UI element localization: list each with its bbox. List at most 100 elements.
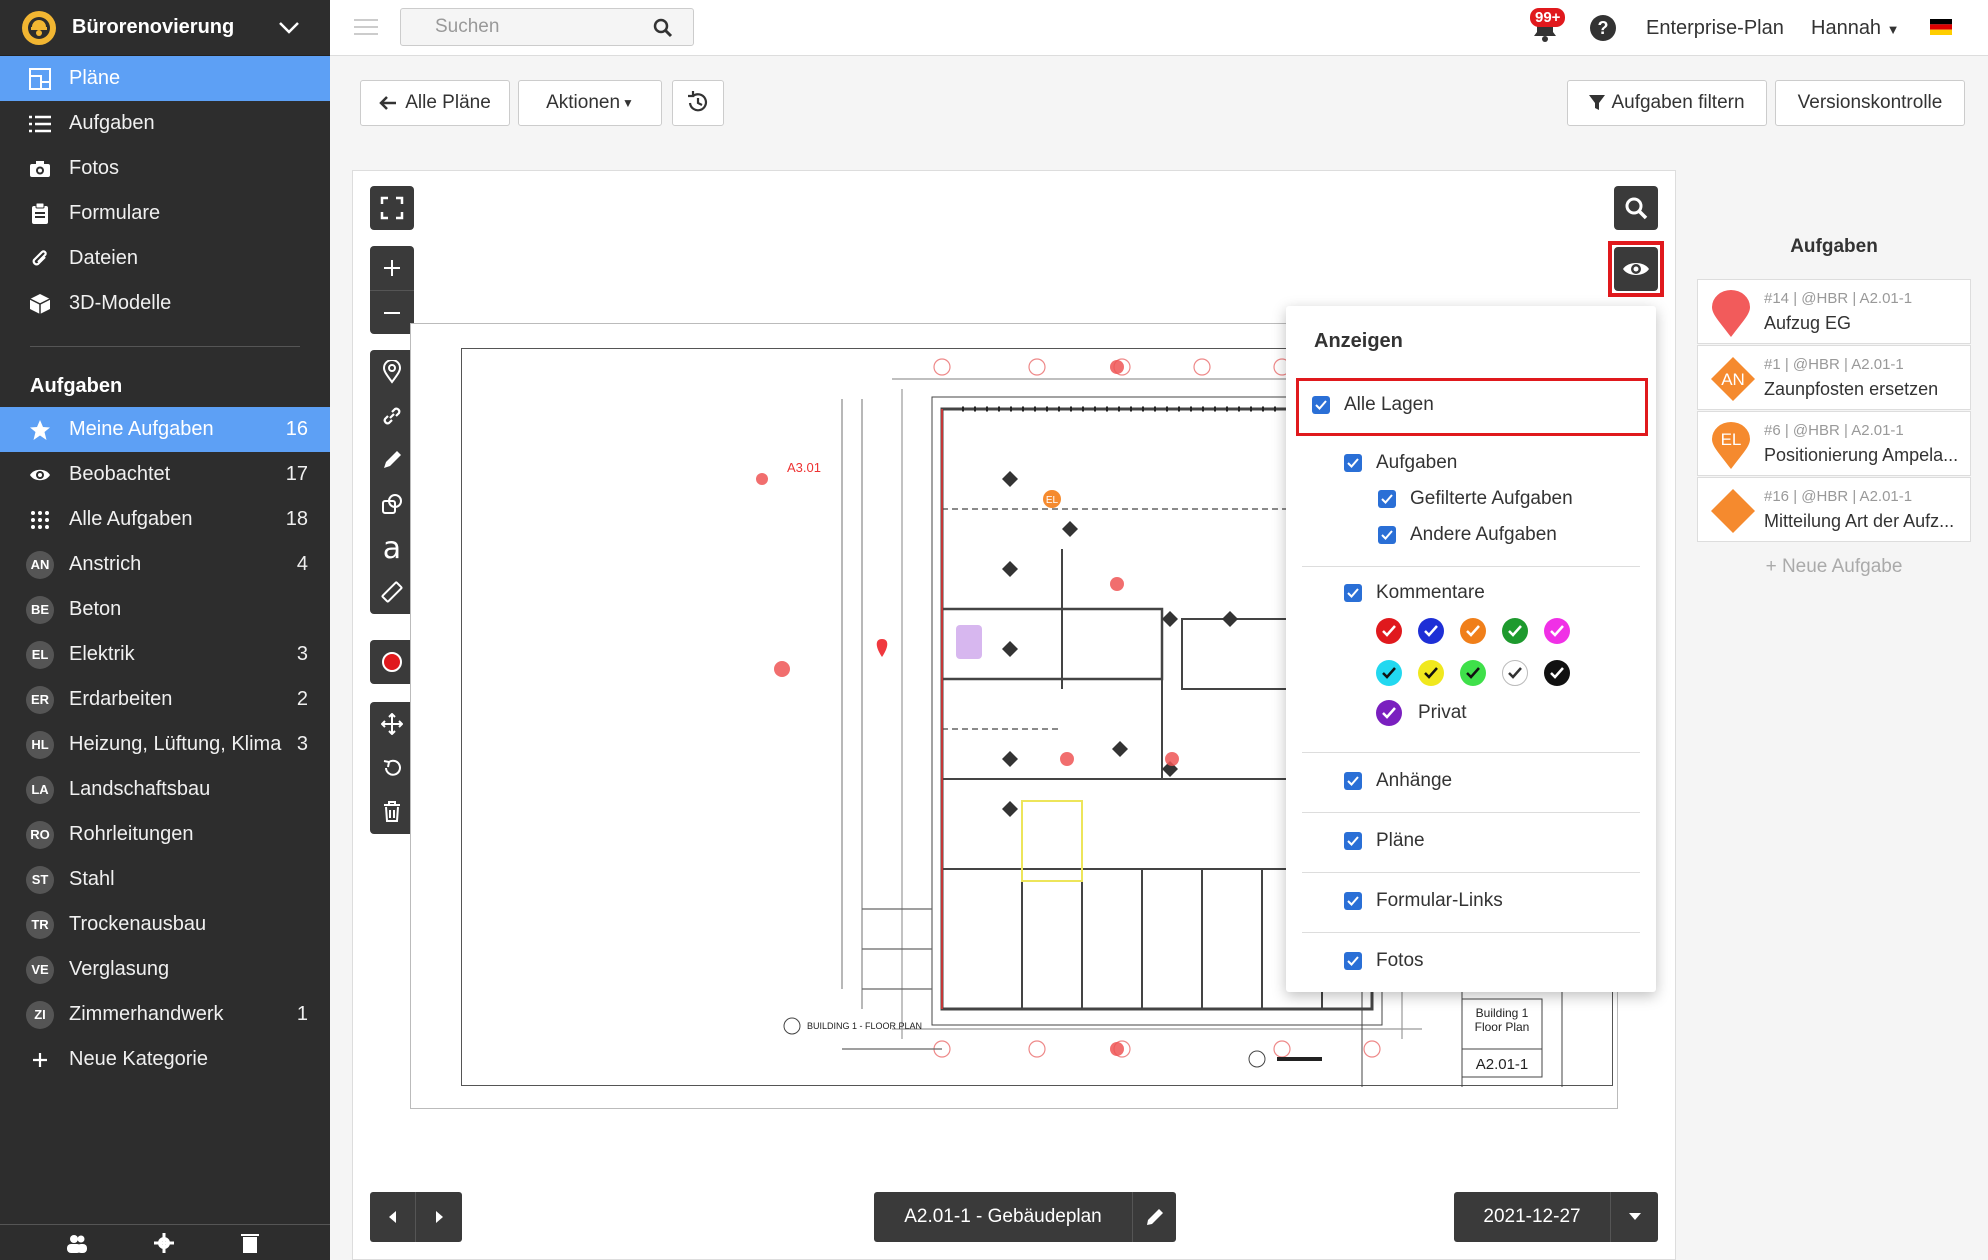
category-item[interactable]: EL Elektrik 3 [0,632,330,677]
comment-color-6[interactable] [1418,660,1444,686]
comment-color-0[interactable] [1376,618,1402,644]
search-input[interactable] [401,9,641,45]
category-item[interactable]: LA Landschaftsbau [0,767,330,812]
ruler-icon[interactable] [370,570,414,614]
photos-checkbox[interactable]: Fotos [1344,950,1424,972]
task-card[interactable]: EL #6 | @HBR | A2.01-1 Positionierung Ampe… [1697,411,1971,476]
rotate-icon[interactable] [370,746,414,790]
all-layers-checkbox[interactable]: Alle Lagen [1312,394,1434,416]
comment-color-5[interactable] [1376,660,1402,686]
nav-item-dateien[interactable]: Dateien [0,236,330,281]
pencil-icon[interactable] [1132,1192,1176,1242]
gear-icon[interactable] [154,1233,174,1253]
task-card[interactable]: #16 | @HBR | A2.01-1 Mitteilung Art der A… [1697,477,1971,542]
zoom-in-icon[interactable] [370,246,414,290]
record-icon[interactable] [370,640,414,684]
comment-color-1[interactable] [1418,618,1444,644]
pencil-icon[interactable] [370,438,414,482]
comment-color-2[interactable] [1460,618,1486,644]
task-meta: #6 | @HBR | A2.01-1 [1764,422,1904,439]
german-flag-icon[interactable] [1930,19,1952,35]
category-item[interactable]: HL Heizung, Lüftung, Klima 3 [0,722,330,767]
comment-color-9[interactable] [1544,660,1570,686]
fullscreen-icon[interactable] [370,186,414,230]
divider [1302,566,1640,567]
search-icon[interactable] [653,18,673,38]
category-item[interactable]: RO Rohrleitungen [0,812,330,857]
nav-item-pl-ne[interactable]: Pläne [0,56,330,101]
filtered-tasks-checkbox[interactable]: Gefilterte Aufgaben [1378,488,1573,510]
search-box[interactable] [400,8,694,46]
new-category-button[interactable]: Neue Kategorie [0,1037,330,1082]
help-button[interactable]: ? [1590,15,1616,41]
version-control-button[interactable]: Versionskontrolle [1775,80,1965,126]
project-switcher[interactable]: Bürorenovierung [0,0,330,56]
list-icon [28,112,52,136]
trash-icon[interactable] [241,1233,259,1253]
nav-item-fotos[interactable]: Fotos [0,146,330,191]
comment-color-3[interactable] [1502,618,1528,644]
plan-title[interactable]: A2.01-1 - Gebäudeplan [874,1206,1132,1228]
user-menu[interactable]: Hannah ▼ [1811,17,1900,40]
comment-color-private[interactable] [1376,700,1402,726]
category-count: 3 [296,733,308,755]
nav-item-formulare[interactable]: Formulare [0,191,330,236]
other-tasks-checkbox[interactable]: Andere Aufgaben [1378,524,1557,546]
tasks-checkbox[interactable]: Aufgaben [1344,452,1457,474]
task-count: 16 [285,418,308,440]
eye-icon[interactable] [1614,247,1658,291]
category-item[interactable]: ST Stahl [0,857,330,902]
category-item[interactable]: BE Beton [0,587,330,632]
actions-dropdown[interactable]: Aktionen ▼ [518,80,662,126]
task-card[interactable]: AN #1 | @HBR | A2.01-1 Zaunpfosten ersetze… [1697,345,1971,410]
trash-icon[interactable] [370,790,414,834]
task-filter-0[interactable]: Meine Aufgaben 16 [0,407,330,452]
category-item[interactable]: ZI Zimmerhandwerk 1 [0,992,330,1037]
el-pin-label: EL [1046,495,1059,506]
checkbox-checked-icon [1344,952,1362,970]
divider [1302,932,1640,933]
plans-checkbox[interactable]: Pläne [1344,830,1425,852]
task-filter-2[interactable]: Alle Aufgaben 18 [0,497,330,542]
caret-down-icon[interactable] [1610,1192,1658,1242]
attachments-checkbox[interactable]: Anhänge [1344,770,1452,792]
prev-page-icon[interactable] [370,1192,416,1242]
move-icon[interactable] [370,702,414,746]
fullscreen-tool [370,186,414,230]
category-item[interactable]: TR Trockenausbau [0,902,330,947]
comments-checkbox[interactable]: Kommentare [1344,582,1485,604]
nav-item-3d-modelle[interactable]: 3D-Modelle [0,281,330,326]
link-icon[interactable] [370,394,414,438]
task-card[interactable]: #14 | @HBR | A2.01-1 Aufzug EG [1697,279,1971,344]
camera-icon [28,157,52,181]
floor-plan-label: BUILDING 1 - FLOOR PLAN [807,1021,922,1031]
comment-color-8[interactable] [1502,660,1528,686]
category-item[interactable]: ER Erdarbeiten 2 [0,677,330,722]
version-date-select[interactable]: 2021-12-27 [1454,1192,1658,1242]
filter-tasks-button[interactable]: Aufgaben filtern [1567,80,1767,126]
history-button[interactable] [672,80,724,126]
map-pin-icon[interactable] [370,350,414,394]
plan-name[interactable]: Enterprise-Plan [1646,17,1784,40]
category-item[interactable]: AN Anstrich 4 [0,542,330,587]
next-page-icon[interactable] [416,1192,462,1242]
nav-item-aufgaben[interactable]: Aufgaben [0,101,330,146]
search-icon[interactable] [1614,186,1658,230]
category-item[interactable]: VE Verglasung [0,947,330,992]
zoom-out-icon[interactable] [370,290,414,334]
comment-color-7[interactable] [1460,660,1486,686]
divider [1302,752,1640,753]
task-title: Positionierung Ampela... [1764,445,1959,465]
form-links-checkbox[interactable]: Formular-Links [1344,890,1503,912]
shapes-icon[interactable] [370,482,414,526]
hamburger-icon[interactable] [354,17,378,37]
text-icon[interactable]: a [370,526,414,570]
title-block-line-2: Floor Plan [1475,1020,1530,1034]
top-bar: 99+ ? Enterprise-Plan Hannah ▼ [330,0,1988,56]
new-task-button[interactable]: + Neue Aufgabe [1697,556,1971,578]
comment-color-4[interactable] [1544,618,1570,644]
all-plans-button[interactable]: Alle Pläne [360,80,510,126]
users-icon[interactable] [66,1233,88,1253]
display-menu: Anzeigen Alle Lagen Aufgaben Gefilterte … [1286,306,1656,992]
task-filter-1[interactable]: Beobachtet 17 [0,452,330,497]
